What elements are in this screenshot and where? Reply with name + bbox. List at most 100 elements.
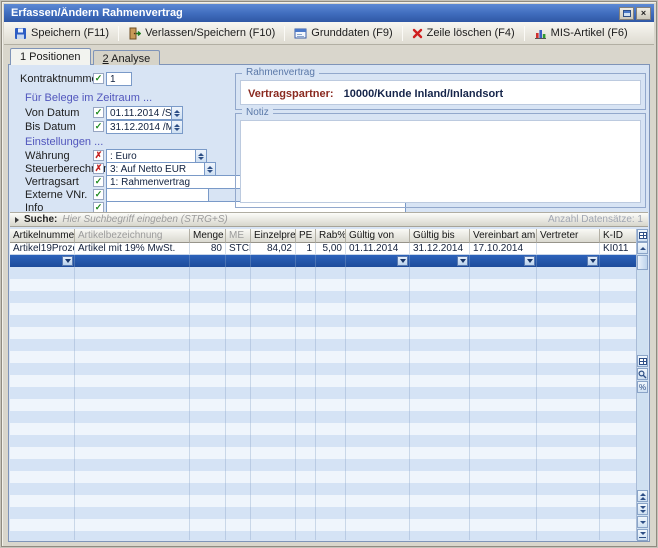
waehrung-dropdown[interactable]: : Euro (106, 149, 207, 163)
table-tool-button[interactable] (637, 355, 648, 367)
grid-cell[interactable] (316, 291, 346, 303)
kontraktnummer-field[interactable]: 1 (106, 72, 132, 86)
grid-cell[interactable] (226, 447, 251, 459)
grid-cell[interactable] (190, 315, 226, 327)
dropdown-spinner-icon[interactable] (195, 150, 206, 162)
grid-cell[interactable] (600, 531, 637, 540)
grid-cell[interactable] (10, 495, 75, 507)
grid-cell[interactable] (75, 447, 190, 459)
grid-cell[interactable] (75, 531, 190, 540)
dropdown-spinner-icon[interactable] (204, 163, 215, 175)
grid-cell[interactable] (10, 339, 75, 351)
grid-cell[interactable] (10, 399, 75, 411)
grid-cell[interactable] (316, 423, 346, 435)
tab-analyse[interactable]: 2 Analyse (93, 50, 161, 65)
delete-row-button[interactable]: Zeile löschen (F4) (406, 24, 521, 43)
grid-cell[interactable] (226, 267, 251, 279)
grid-cell[interactable] (251, 459, 296, 471)
grid-cell[interactable] (251, 387, 296, 399)
grid-row[interactable] (10, 435, 637, 447)
grid-cell[interactable]: Artikel mit 19% MwSt. (75, 243, 190, 255)
grid-cell[interactable] (75, 255, 190, 267)
grid-cell[interactable] (10, 423, 75, 435)
grid-cell[interactable] (410, 435, 470, 447)
grid-cell[interactable] (226, 483, 251, 495)
grid-row[interactable] (10, 267, 637, 279)
grid-cell[interactable] (470, 255, 537, 267)
grid-cell[interactable] (410, 255, 470, 267)
grid-cell[interactable] (190, 351, 226, 363)
grid-cell[interactable] (296, 315, 316, 327)
grid-cell[interactable] (410, 291, 470, 303)
grid-cell[interactable] (316, 531, 346, 540)
grid-cell[interactable] (251, 423, 296, 435)
grid-row[interactable] (10, 363, 637, 375)
grid-settings-button[interactable] (637, 229, 648, 242)
grid-cell[interactable] (316, 267, 346, 279)
grid-row[interactable] (10, 351, 637, 363)
grid-cell[interactable] (346, 255, 410, 267)
grid-cell[interactable] (346, 471, 410, 483)
grid-cell[interactable] (410, 495, 470, 507)
grid-cell[interactable] (190, 531, 226, 540)
grid-cell[interactable]: 84,02 (251, 243, 296, 255)
column-header[interactable]: Vereinbart am (470, 229, 537, 243)
grid-cell[interactable] (410, 387, 470, 399)
grid-cell[interactable] (226, 279, 251, 291)
grid-cell[interactable] (75, 399, 190, 411)
grid-cell[interactable] (10, 411, 75, 423)
grid-cell[interactable] (346, 447, 410, 459)
grid-cell[interactable] (190, 411, 226, 423)
grid-cell[interactable] (296, 387, 316, 399)
grid-cell[interactable] (600, 375, 637, 387)
tab-positionen[interactable]: 1 Positionen (10, 48, 91, 65)
grid-cell[interactable]: 01.11.2014 (346, 243, 410, 255)
grid-cell[interactable] (10, 267, 75, 279)
grid-cell[interactable] (10, 315, 75, 327)
grid-cell[interactable] (470, 495, 537, 507)
grid-cell[interactable] (251, 495, 296, 507)
grid-cell[interactable] (296, 279, 316, 291)
grid-cell[interactable] (470, 363, 537, 375)
grid-cell[interactable] (226, 363, 251, 375)
column-header[interactable]: Menge (190, 229, 226, 243)
grid-cell[interactable] (296, 375, 316, 387)
column-header[interactable]: Gültig von (346, 229, 410, 243)
grid-row[interactable] (10, 495, 637, 507)
grid-cell[interactable] (537, 363, 600, 375)
grid-cell[interactable] (410, 375, 470, 387)
column-header[interactable]: PE (296, 229, 316, 243)
grid-cell[interactable] (226, 531, 251, 540)
grid-cell[interactable] (316, 255, 346, 267)
grid-row[interactable] (10, 423, 637, 435)
grid-cell[interactable] (251, 327, 296, 339)
von-datum-check-icon[interactable] (93, 107, 104, 118)
grid-cell[interactable] (600, 495, 637, 507)
grid-cell[interactable] (251, 279, 296, 291)
grid-row[interactable] (10, 291, 637, 303)
grid-cell[interactable] (251, 267, 296, 279)
grid-cell[interactable] (600, 291, 637, 303)
grid-cell[interactable] (537, 495, 600, 507)
grid-cell[interactable] (10, 483, 75, 495)
grid-cell[interactable] (316, 327, 346, 339)
grid-cell[interactable] (537, 279, 600, 291)
grid-cell[interactable] (296, 507, 316, 519)
grid-cell[interactable] (10, 291, 75, 303)
steuerberechnung-x-icon[interactable] (93, 163, 104, 174)
search-expander-icon[interactable] (15, 217, 19, 223)
column-header[interactable]: ME (226, 229, 251, 243)
grid-cell[interactable] (296, 267, 316, 279)
grid-cell[interactable]: 31.12.2014 (410, 243, 470, 255)
externe-vnr-field[interactable] (106, 188, 209, 202)
grid-cell[interactable]: STCK (226, 243, 251, 255)
titlebar[interactable]: Erfassen/Ändern Rahmenvertrag × (4, 4, 654, 22)
grid-row[interactable] (10, 507, 637, 519)
grid-cell[interactable] (190, 471, 226, 483)
grid-cell[interactable]: 1 (296, 243, 316, 255)
grid-cell[interactable] (251, 447, 296, 459)
grid-cell[interactable] (75, 339, 190, 351)
search-input[interactable]: Hier Suchbegriff eingeben (STRG+S) (62, 214, 543, 225)
grid-row-selected[interactable] (10, 255, 637, 267)
grid-cell[interactable] (537, 483, 600, 495)
